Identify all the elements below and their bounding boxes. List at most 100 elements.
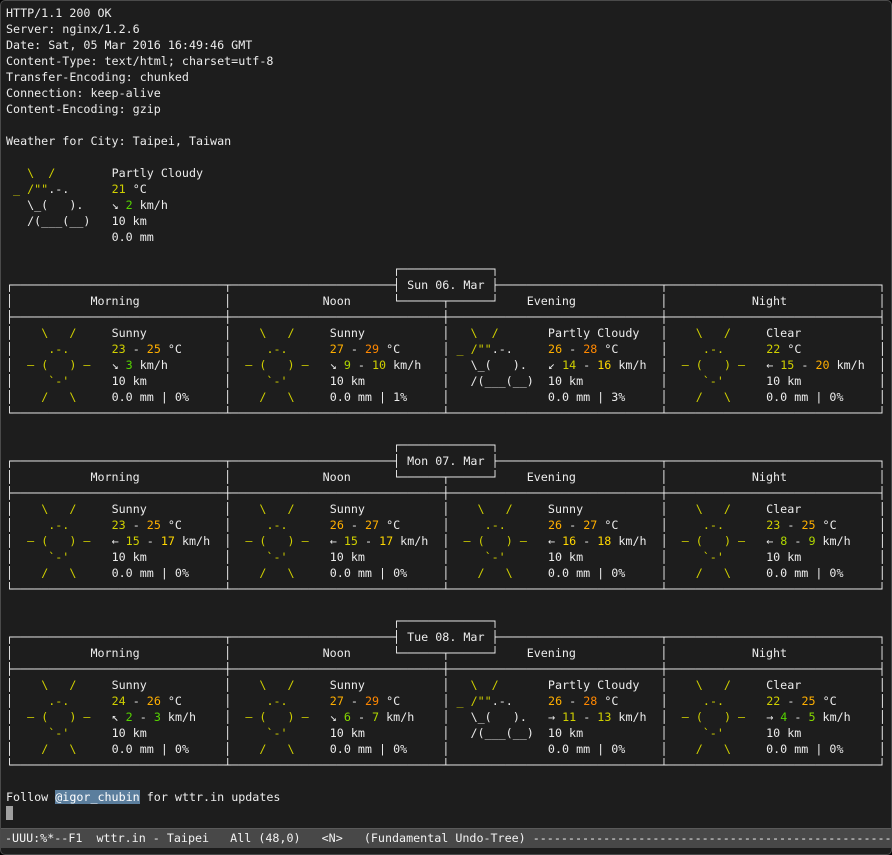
sunny-icon: / \ bbox=[231, 566, 322, 580]
text-run: Clear bbox=[766, 502, 801, 516]
text-run: - bbox=[576, 710, 597, 724]
text-run bbox=[618, 518, 660, 532]
sunny-icon: .-. bbox=[231, 694, 322, 708]
text-run: │ bbox=[879, 502, 886, 516]
terminal-buffer: HTTP/1.1 200 OKServer: nginx/1.2.6Date: … bbox=[1, 5, 891, 828]
text-run: │ bbox=[6, 550, 13, 564]
text-run: ← bbox=[766, 358, 780, 372]
text-run: ┌──────────────────────────────┬────────… bbox=[6, 630, 407, 644]
text-run: Sunny bbox=[330, 326, 365, 340]
text-run: 10 km bbox=[548, 726, 583, 740]
sunny-icon: .-. bbox=[13, 342, 104, 356]
text-run bbox=[323, 390, 330, 404]
text-run: 27 bbox=[583, 518, 597, 532]
text-run: 28 bbox=[583, 342, 597, 356]
text-run: 26 bbox=[147, 694, 161, 708]
text-run: │ bbox=[879, 390, 886, 404]
forecast-date-box: ┌─────────────┐ bbox=[6, 613, 891, 629]
clear-icon: / \ bbox=[668, 566, 759, 580]
clear-icon: – ( ) – bbox=[668, 534, 759, 548]
sunny-icon: `-' bbox=[13, 374, 104, 388]
text-run: 23 bbox=[112, 518, 126, 532]
text-run: - bbox=[344, 518, 365, 532]
text-run bbox=[625, 742, 660, 756]
text-run: °C bbox=[597, 518, 618, 532]
text-run bbox=[647, 534, 661, 548]
text-run: 20 bbox=[815, 358, 829, 372]
text-run: 0.0 mm bbox=[112, 230, 154, 244]
text-run bbox=[400, 342, 442, 356]
text-run: │ bbox=[661, 390, 668, 404]
text-run: - bbox=[794, 358, 815, 372]
forecast-table-row: │ / \ 0.0 mm | 0% │ / \ 0.0 mm | 0% │ 0.… bbox=[6, 741, 891, 757]
text-run: - bbox=[562, 342, 583, 356]
blank-line bbox=[6, 773, 891, 789]
text-run: 10 km bbox=[330, 726, 365, 740]
text-run: km/h bbox=[830, 358, 865, 372]
sunny-icon: `-' bbox=[231, 550, 322, 564]
forecast-date-box: ┌─────────────┐ bbox=[6, 261, 891, 277]
text-run bbox=[541, 566, 548, 580]
text-run: │ bbox=[6, 326, 13, 340]
text-run: 10 km bbox=[330, 550, 365, 564]
text-run bbox=[639, 678, 660, 692]
sunny-icon: .-. bbox=[13, 518, 104, 532]
text-run: │ bbox=[6, 390, 13, 404]
text-run: 26 bbox=[548, 518, 562, 532]
twitter-handle-link[interactable]: @igor_chubin bbox=[55, 790, 139, 804]
text-run: 10 km bbox=[112, 214, 147, 228]
text-run bbox=[541, 726, 548, 740]
forecast-separator: ├──────────────────────────────┼────────… bbox=[6, 485, 891, 501]
text-run: └──────────────────────────────┴────────… bbox=[6, 758, 886, 772]
text-run bbox=[365, 726, 442, 740]
current-conditions-line: \ / Partly Cloudy bbox=[6, 165, 891, 181]
text-run: │ bbox=[879, 518, 886, 532]
text-run bbox=[365, 374, 442, 388]
text-run: │ bbox=[6, 566, 13, 580]
text-run: - bbox=[140, 534, 161, 548]
text-run bbox=[189, 390, 224, 404]
partly-cloudy-icon: \ / bbox=[449, 326, 540, 340]
forecast-separator: ├──────────────────────────────┼────────… bbox=[6, 661, 891, 677]
clear-icon: .-. bbox=[668, 518, 759, 532]
text-run: │ bbox=[661, 534, 668, 548]
text-run: 0.0 mm | 0% bbox=[330, 566, 407, 580]
text-run bbox=[147, 726, 224, 740]
text-run: 26 bbox=[548, 342, 562, 356]
text-run: Sunny bbox=[330, 502, 365, 516]
partly-cloudy-icon: \_( ). bbox=[6, 198, 97, 212]
text-run: → bbox=[548, 710, 562, 724]
forecast-table-row: │ \ / Sunny │ \ / Sunny │ \ / Sunny │ \ … bbox=[6, 501, 891, 517]
forecast-date-box: ┌──────────────────────────────┬────────… bbox=[6, 453, 891, 469]
text-run bbox=[189, 742, 224, 756]
http-header-line: Server: nginx/1.2.6 bbox=[6, 21, 891, 37]
sunny-icon: / \ bbox=[13, 742, 104, 756]
text-run: ├───────────────────────┬───────────────… bbox=[485, 630, 886, 644]
text-run: │ bbox=[6, 710, 13, 724]
text-run: │ bbox=[879, 694, 886, 708]
partly-cloudy-icon: /(___(__) bbox=[449, 374, 540, 388]
text-run: - bbox=[126, 694, 147, 708]
text-run bbox=[105, 566, 112, 580]
text-run bbox=[541, 326, 548, 340]
text-run: °C bbox=[816, 518, 837, 532]
text-run: Sunny bbox=[112, 502, 147, 516]
text-run bbox=[541, 518, 548, 532]
text-run bbox=[105, 678, 112, 692]
text-run: °C bbox=[379, 694, 400, 708]
text-run: Date: Sat, 05 Mar 2016 16:49:46 GMT bbox=[6, 38, 252, 52]
text-run: 5 bbox=[808, 710, 815, 724]
sunny-icon: / \ bbox=[13, 390, 104, 404]
blank-line bbox=[6, 149, 891, 165]
forecast-date: Mon 07. Mar bbox=[407, 454, 484, 468]
text-run bbox=[583, 374, 660, 388]
sunny-icon: \ / bbox=[231, 326, 322, 340]
text-run: 10 km bbox=[766, 550, 801, 564]
text-run: - bbox=[787, 710, 808, 724]
partly-cloudy-icon: \_( ). bbox=[449, 710, 540, 724]
forecast-date: Sun 06. Mar bbox=[407, 278, 484, 292]
sunny-icon: – ( ) – bbox=[231, 534, 322, 548]
text-run: → bbox=[766, 710, 780, 724]
text-run bbox=[400, 694, 442, 708]
sunny-icon: `-' bbox=[449, 550, 540, 564]
